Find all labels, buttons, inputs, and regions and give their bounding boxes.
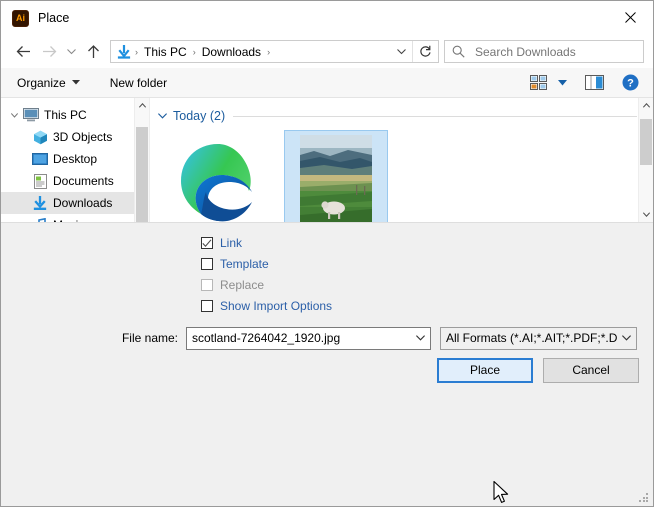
view-dropdown-icon[interactable]: [553, 72, 571, 94]
search-box[interactable]: Search Downloads: [444, 40, 644, 63]
filename-row: File name: scotland-7264042_1920.jpg All…: [1, 316, 653, 350]
scrollbar-track[interactable]: [639, 113, 654, 207]
checkbox-row-replace: Replace: [1, 275, 653, 296]
sidebar-item-this-pc[interactable]: This PC: [1, 104, 149, 126]
chevron-down-icon[interactable]: [158, 111, 167, 121]
scroll-down-icon[interactable]: [639, 207, 654, 222]
navigation-pane: This PC 3D Objects Desktop Documents Dow…: [1, 98, 149, 222]
svg-text:?: ?: [627, 78, 634, 90]
view-layout-icon[interactable]: [525, 72, 551, 94]
sidebar-label: Downloads: [53, 196, 113, 210]
music-icon: [30, 217, 50, 222]
link-checkbox[interactable]: [201, 237, 213, 249]
file-list-pane: Today (2): [149, 98, 653, 222]
sidebar-label: Desktop: [53, 152, 98, 166]
group-label: Today (2): [173, 109, 226, 123]
desktop-icon: [30, 152, 50, 166]
chevron-down-icon[interactable]: [7, 112, 21, 118]
up-icon[interactable]: [80, 39, 106, 65]
command-toolbar: Organize New folder ?: [1, 68, 653, 98]
breadcrumb-separator: ›: [267, 46, 271, 57]
place-button[interactable]: Place: [437, 357, 533, 383]
search-input[interactable]: Search Downloads: [475, 45, 576, 59]
downloads-arrow-icon: [114, 44, 134, 59]
place-options-panel: Link Template Replace Show Import Option…: [1, 222, 653, 317]
illustrator-ai-icon: Ai: [12, 9, 29, 27]
window-title: Place: [38, 11, 70, 25]
address-dropdown-icon[interactable]: [390, 41, 412, 62]
cancel-button[interactable]: Cancel: [543, 357, 639, 383]
new-folder-button[interactable]: New folder: [104, 72, 173, 94]
resize-grip[interactable]: [639, 493, 649, 503]
filetype-combobox[interactable]: All Formats (*.AI;*.AIT;*.PDF;*.D: [440, 326, 637, 350]
replace-checkbox: [201, 279, 213, 291]
filename-label: File name:: [121, 331, 178, 345]
checkbox-row-template[interactable]: Template: [1, 254, 653, 275]
chevron-down-icon[interactable]: [411, 335, 430, 341]
show-import-options-label[interactable]: Show Import Options: [220, 299, 332, 313]
button-row: Place Cancel: [1, 349, 653, 383]
content-area: This PC 3D Objects Desktop Documents Dow…: [1, 98, 653, 223]
scrollbar-thumb[interactable]: [639, 119, 652, 165]
recent-locations-icon[interactable]: [62, 39, 80, 65]
help-icon[interactable]: ?: [617, 72, 643, 94]
sidebar-item-downloads[interactable]: Downloads: [1, 192, 149, 214]
filetype-value[interactable]: All Formats (*.AI;*.AIT;*.PDF;*.D: [441, 331, 617, 345]
scroll-up-icon[interactable]: [135, 98, 150, 113]
divider: [233, 115, 637, 117]
new-folder-label: New folder: [109, 75, 168, 90]
file-tile-row: animal-3861398.svg: [150, 126, 653, 222]
template-label[interactable]: Template: [220, 257, 269, 271]
refresh-icon[interactable]: [412, 41, 438, 62]
back-icon[interactable]: [10, 39, 36, 65]
link-label[interactable]: Link: [220, 236, 242, 250]
place-dialog: Ai Place › This PC › Downloads › Search …: [0, 0, 654, 507]
breadcrumb-this-pc[interactable]: This PC: [139, 45, 192, 59]
sidebar-item-desktop[interactable]: Desktop: [1, 148, 149, 170]
organize-label: Organize: [17, 75, 66, 90]
search-icon: [448, 45, 468, 58]
address-bar[interactable]: › This PC › Downloads ›: [110, 40, 439, 63]
title-bar: Ai Place: [1, 1, 653, 35]
status-bar: [1, 382, 653, 506]
sidebar-label: This PC: [44, 108, 87, 122]
computer-icon: [21, 108, 41, 122]
preview-pane-icon[interactable]: [581, 72, 607, 94]
organize-button[interactable]: Organize: [11, 72, 86, 94]
filename-input[interactable]: scotland-7264042_1920.jpg: [187, 331, 411, 345]
photo-thumbnail: [288, 135, 384, 222]
close-icon[interactable]: [607, 1, 653, 33]
documents-icon: [30, 173, 50, 189]
filename-combobox[interactable]: scotland-7264042_1920.jpg: [186, 326, 431, 350]
sidebar-label: 3D Objects: [53, 130, 113, 144]
chevron-down-icon[interactable]: [617, 335, 636, 341]
group-header-today[interactable]: Today (2): [158, 106, 653, 126]
file-list-scrollbar[interactable]: [638, 98, 653, 222]
scrollbar-track[interactable]: [135, 113, 150, 222]
toolbar-right-group: ?: [525, 72, 643, 94]
sidebar-item-music[interactable]: Music: [1, 214, 149, 222]
checkbox-row-show-import-options[interactable]: Show Import Options: [1, 296, 653, 317]
forward-icon: [36, 39, 62, 65]
downloads-icon: [30, 196, 50, 210]
sidebar-scrollbar[interactable]: [134, 98, 149, 222]
file-tile-scotland-jpg[interactable]: scotland-7264042_1920.jpg: [284, 130, 388, 222]
navigation-bar: › This PC › Downloads › Search Downloads: [1, 35, 653, 68]
sidebar-item-3d-objects[interactable]: 3D Objects: [1, 126, 149, 148]
sidebar-item-documents[interactable]: Documents: [1, 170, 149, 192]
file-tile-animal-svg[interactable]: animal-3861398.svg: [166, 130, 270, 222]
template-checkbox[interactable]: [201, 258, 213, 270]
scrollbar-thumb[interactable]: [135, 127, 148, 222]
replace-label: Replace: [220, 278, 265, 292]
scroll-up-icon[interactable]: [639, 98, 654, 113]
chevron-down-icon: [71, 78, 80, 87]
checkbox-row-link[interactable]: Link: [1, 233, 653, 254]
breadcrumb-downloads[interactable]: Downloads: [197, 45, 266, 59]
sidebar-label: Music: [53, 218, 84, 222]
edge-logo-icon: [170, 134, 266, 222]
3d-objects-icon: [30, 130, 50, 145]
show-import-options-checkbox[interactable]: [201, 300, 213, 312]
sidebar-label: Documents: [53, 174, 114, 188]
